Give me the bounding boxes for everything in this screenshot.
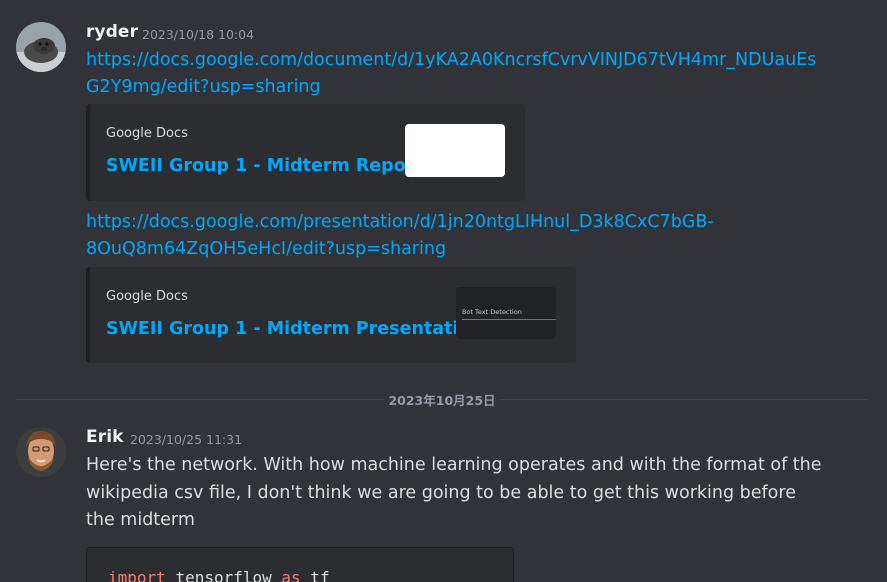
embed-thumbnail[interactable] [405,124,505,177]
person-avatar-image [16,427,66,477]
date-divider-label: 2023年10月25日 [384,390,500,409]
chat-messages: ryder 2023/10/18 10:04 https://docs.goog… [0,0,887,582]
link-embed-report: Google Docs SWEII Group 1 - Midterm Repo… [86,104,525,201]
embed-thumbnail[interactable]: Bot Text Detection [456,287,556,339]
code-alias: tf [310,568,330,582]
code-keyword: as [281,568,301,582]
code-keyword: import [108,568,166,582]
link-line-2: G2Y9mg/edit?usp=sharing [86,77,321,97]
link-line-2: 8OuQ8m64ZqOH5eHcI/edit?usp=sharing [86,239,447,259]
thumbnail-text: Bot Text Detection [462,308,522,316]
seal-avatar-image [16,22,66,72]
thumbnail-rule [462,319,556,320]
link-line-1: https://docs.google.com/document/d/1yKA2… [86,50,817,70]
avatar[interactable] [16,427,66,477]
date-divider: 2023年10月25日 [16,390,868,409]
username[interactable]: ryder [86,22,138,42]
code-block: import tensorflow as tf [86,547,514,582]
embed-title[interactable]: SWEII Group 1 - Midterm Presentation [106,319,483,339]
embed-provider[interactable]: Google Docs [106,289,188,304]
link-embed-presentation: Google Docs SWEII Group 1 - Midterm Pres… [86,267,576,363]
doc-link[interactable]: https://docs.google.com/document/d/1yKA2… [86,47,846,101]
embed-title[interactable]: SWEII Group 1 - Midterm Report [106,156,423,176]
timestamp: 2023/10/18 10:04 [142,27,255,42]
link-line-1: https://docs.google.com/presentation/d/1… [86,212,714,232]
embed-provider[interactable]: Google Docs [106,126,188,141]
avatar[interactable] [16,22,66,72]
code-module: tensorflow [175,568,272,582]
username[interactable]: Erik [86,427,124,447]
timestamp: 2023/10/25 11:31 [130,432,243,447]
message-text: Here's the network. With how machine lea… [86,455,822,530]
presentation-link[interactable]: https://docs.google.com/presentation/d/1… [86,209,846,263]
code-line: import tensorflow as tf [108,568,330,582]
